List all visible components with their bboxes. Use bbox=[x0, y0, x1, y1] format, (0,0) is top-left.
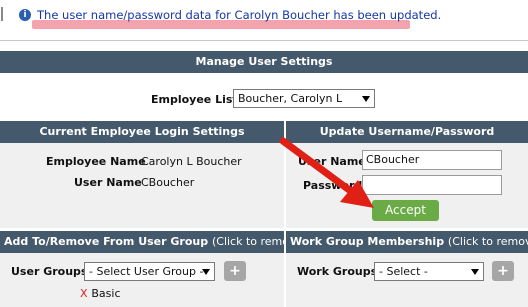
chevron-down-icon bbox=[471, 269, 479, 275]
user-group-hint: (Click to remove) bbox=[211, 235, 284, 248]
work-group-header: Work Group Membership (Click to remove) bbox=[286, 231, 528, 253]
work-group-select[interactable]: - Select - bbox=[374, 262, 484, 281]
user-group-header: Add To/Remove From User Group (Click to … bbox=[0, 231, 284, 253]
current-user-name-label: User Name bbox=[74, 176, 142, 189]
user-group-select-value: - Select User Group - bbox=[89, 265, 204, 278]
employee-list-label: Employee List bbox=[151, 93, 238, 106]
annotation-arrow-icon bbox=[279, 137, 374, 208]
user-group-item[interactable]: X Basic bbox=[80, 286, 121, 300]
remove-group-icon[interactable]: X bbox=[80, 287, 88, 300]
user-groups-label: User Groups bbox=[11, 265, 88, 278]
info-icon: i bbox=[19, 9, 31, 21]
current-user-name-value: CBoucher bbox=[141, 176, 195, 189]
add-work-group-button[interactable]: + bbox=[492, 261, 514, 281]
employee-name-label: Employee Name bbox=[46, 155, 146, 168]
employee-name-value: Carolyn L Boucher bbox=[141, 155, 242, 168]
user-group-name: Basic bbox=[91, 287, 121, 300]
chevron-down-icon bbox=[202, 269, 210, 275]
work-group-hint: (Click to remove) bbox=[447, 235, 528, 248]
notice-message: The user name/password data for Carolyn … bbox=[37, 8, 442, 22]
work-group-title: Work Group Membership bbox=[290, 235, 445, 248]
work-groups-label: Work Groups bbox=[297, 265, 378, 278]
user-group-title: Add To/Remove From User Group bbox=[4, 235, 209, 248]
employee-list-select[interactable]: Boucher, Carolyn L bbox=[233, 89, 375, 108]
current-login-header: Current Employee Login Settings bbox=[0, 121, 284, 143]
employee-list-value: Boucher, Carolyn L bbox=[238, 92, 343, 105]
manage-settings-title: Manage User Settings bbox=[195, 55, 333, 68]
left-edge-marker bbox=[1, 7, 3, 21]
notice-divider bbox=[0, 40, 528, 41]
work-group-select-value: - Select - bbox=[379, 265, 428, 278]
current-login-title: Current Employee Login Settings bbox=[39, 125, 245, 138]
add-user-group-button[interactable]: + bbox=[224, 261, 246, 281]
chevron-down-icon bbox=[362, 96, 370, 102]
manage-settings-header: Manage User Settings bbox=[0, 51, 528, 73]
user-group-select[interactable]: - Select User Group - bbox=[84, 262, 215, 281]
